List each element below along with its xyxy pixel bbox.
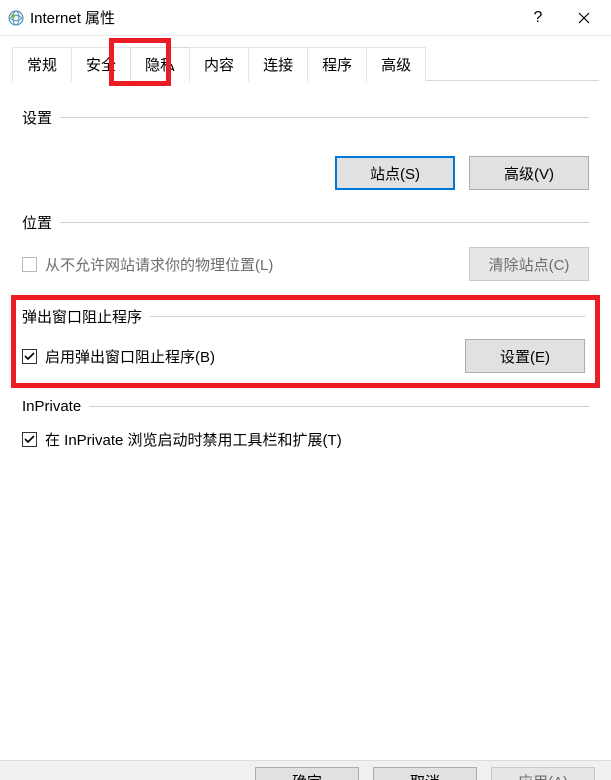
- title-bar: Internet 属性 ?: [0, 0, 611, 36]
- check-icon: [24, 434, 35, 445]
- close-button[interactable]: [561, 3, 607, 33]
- window-title: Internet 属性: [30, 7, 115, 28]
- check-icon: [24, 351, 35, 362]
- divider: [89, 406, 589, 407]
- close-icon: [578, 12, 590, 24]
- tab-programs[interactable]: 程序: [307, 47, 367, 82]
- popup-blocker-settings-button[interactable]: 设置(E): [465, 339, 585, 373]
- ok-button[interactable]: 确定: [255, 767, 359, 780]
- divider: [60, 222, 589, 223]
- tab-panel-privacy: 设置 站点(S) 高级(V) 位置 从不允许网站请求你的物理位置(L) 清除站点…: [0, 81, 611, 450]
- group-header-settings: 设置: [22, 107, 589, 128]
- group-header-inprivate: InPrivate: [22, 398, 589, 415]
- help-button[interactable]: ?: [515, 3, 561, 33]
- group-label: InPrivate: [22, 398, 89, 415]
- sites-button[interactable]: 站点(S): [335, 156, 455, 190]
- popup-blocker-enable-label: 启用弹出窗口阻止程序(B): [45, 346, 215, 367]
- tab-connections[interactable]: 连接: [248, 47, 308, 82]
- location-never-allow-checkbox[interactable]: [22, 257, 37, 272]
- group-header-location: 位置: [22, 212, 589, 233]
- clear-sites-button[interactable]: 清除站点(C): [469, 247, 589, 281]
- apply-button[interactable]: 应用(A): [491, 767, 595, 780]
- advanced-button[interactable]: 高级(V): [469, 156, 589, 190]
- inprivate-disable-toolbars-label: 在 InPrivate 浏览启动时禁用工具栏和扩展(T): [45, 429, 342, 450]
- divider: [60, 117, 589, 118]
- tab-privacy[interactable]: 隐私: [130, 47, 190, 82]
- tab-advanced[interactable]: 高级: [366, 47, 426, 82]
- group-header-popup-blocker: 弹出窗口阻止程序: [22, 306, 585, 327]
- tab-content[interactable]: 内容: [189, 47, 249, 82]
- divider: [150, 316, 585, 317]
- inprivate-disable-toolbars-checkbox[interactable]: [22, 432, 37, 447]
- tab-security[interactable]: 安全: [71, 47, 131, 82]
- location-never-allow-label: 从不允许网站请求你的物理位置(L): [45, 254, 273, 275]
- tab-strip: 常规 安全 隐私 内容 连接 程序 高级: [0, 36, 611, 81]
- annotation-highlight-popup-blocker: 弹出窗口阻止程序 启用弹出窗口阻止程序(B) 设置(E): [11, 295, 600, 388]
- cancel-button[interactable]: 取消: [373, 767, 477, 780]
- group-label: 弹出窗口阻止程序: [22, 306, 150, 327]
- group-label: 位置: [22, 212, 60, 233]
- group-label: 设置: [22, 107, 60, 128]
- popup-blocker-enable-checkbox[interactable]: [22, 349, 37, 364]
- tab-general[interactable]: 常规: [12, 47, 72, 82]
- internet-options-icon: [8, 10, 24, 26]
- dialog-footer: 确定 取消 应用(A): [0, 760, 611, 780]
